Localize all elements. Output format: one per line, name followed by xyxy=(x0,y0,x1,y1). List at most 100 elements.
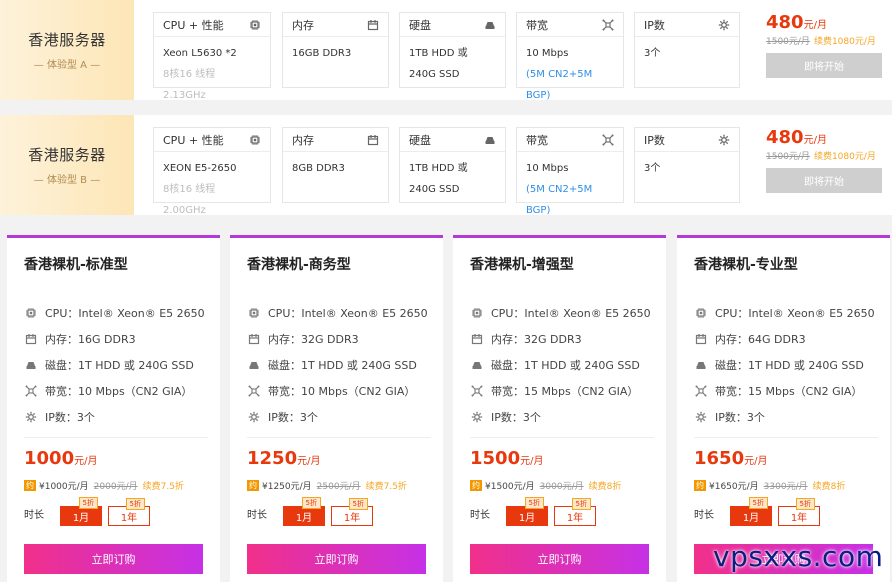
disk-icon xyxy=(247,359,260,372)
gear-icon xyxy=(694,411,707,424)
coming-soon-button[interactable]: 即将开始 xyxy=(766,168,882,193)
divider xyxy=(247,437,431,438)
card-price: 1000元/月 xyxy=(24,448,98,469)
spec-sub: 8核16 线程 2.00GHz xyxy=(163,184,216,216)
duration-option-1-month[interactable]: 1月 5折 xyxy=(506,497,548,526)
duration-option-1-year[interactable]: 1年 5折 xyxy=(108,498,150,526)
renew-discount: 续费8折 xyxy=(812,482,846,492)
renew-price: 续费1080元/月 xyxy=(813,152,876,162)
card-spec-ip: IP数：3个 xyxy=(24,404,212,430)
approx-badge: 约 xyxy=(470,480,482,491)
card-spec-disk: 磁盘：1T HDD 或 240G SSD xyxy=(247,352,435,378)
pay-amount: ¥1000元/月 xyxy=(39,482,89,492)
server-row-a: 香港服务器 — 体验型 A — CPU + 性能 Xeon L5630 *2 8核… xyxy=(0,0,892,101)
duration-option-1-year[interactable]: 1年 5折 xyxy=(331,498,373,526)
coming-soon-button[interactable]: 即将开始 xyxy=(766,53,882,78)
duration-label: 时长 xyxy=(24,510,44,521)
duration-label: 时长 xyxy=(247,510,267,521)
spec-label: IP数 xyxy=(644,133,665,147)
original-price: 2500元/月 xyxy=(316,482,361,492)
spec-value-2: (5M CN2+5M BGP) xyxy=(526,184,593,216)
memory-icon xyxy=(366,18,379,31)
card-spec-cpu: CPU：Intel® Xeon® E5 2650 xyxy=(24,300,212,326)
spec-ip: IP数 3个 xyxy=(634,127,740,203)
gear-icon xyxy=(24,411,37,424)
network-icon xyxy=(601,133,614,146)
cpu-icon xyxy=(248,133,261,146)
spec-value: 16GB DDR3 xyxy=(292,48,352,59)
cpu-icon xyxy=(248,18,261,31)
price: 480元/月 xyxy=(766,12,827,33)
duration-option-1-year[interactable]: 1年 5折 xyxy=(554,498,596,526)
spec-value-2: 240G SSD xyxy=(409,69,460,80)
original-price: 3300元/月 xyxy=(763,482,808,492)
row-subtitle: — 体验型 B — xyxy=(33,175,101,186)
spec-sub: 8核16 线程 2.13GHz xyxy=(163,69,216,101)
gear-icon xyxy=(470,411,483,424)
spec-bandwidth: 带宽 10 Mbps (5M CN2+5M BGP) xyxy=(516,127,624,216)
card-spec-disk: 磁盘：1T HDD 或 240G SSD xyxy=(24,352,212,378)
spec-value: 10 Mbps xyxy=(526,163,569,174)
product-card-enhanced: 香港裸机-增强型 CPU：Intel® Xeon® E5 2650 内存：32G… xyxy=(453,235,666,582)
card-spec-memory: 内存：64G DDR3 xyxy=(694,326,882,352)
duration-option-1-month[interactable]: 1月 5折 xyxy=(283,497,325,526)
memory-icon xyxy=(24,333,37,346)
spec-value: 3个 xyxy=(644,163,661,174)
duration-option-1-year[interactable]: 1年 5折 xyxy=(778,498,820,526)
renew-discount: 续费7.5折 xyxy=(142,482,184,492)
product-card-business: 香港裸机-商务型 CPU：Intel® Xeon® E5 2650 内存：32G… xyxy=(230,235,443,582)
card-spec-disk: 磁盘：1T HDD 或 240G SSD xyxy=(470,352,658,378)
card-spec-memory: 内存：16G DDR3 xyxy=(24,326,212,352)
price-details: 约 ¥1650元/月 3300元/月 续费8折 xyxy=(694,479,845,492)
price-details: 约 ¥1500元/月 3000元/月 续费8折 xyxy=(470,479,621,492)
duration-option-1-month[interactable]: 1月 5折 xyxy=(730,497,772,526)
discount-tag: 5折 xyxy=(571,498,591,510)
spec-value: 10 Mbps xyxy=(526,48,569,59)
card-price: 1650元/月 xyxy=(694,448,768,469)
network-icon xyxy=(694,385,707,398)
duration-option-1-month[interactable]: 1月 5折 xyxy=(60,497,102,526)
cpu-icon xyxy=(24,307,37,320)
order-button[interactable]: 立即订购 xyxy=(247,544,426,574)
spec-value: Xeon L5630 *2 xyxy=(163,48,237,59)
spec-label: 硬盘 xyxy=(409,18,431,32)
price-details: 约 ¥1250元/月 2500元/月 续费7.5折 xyxy=(247,479,407,492)
spec-value-2: (5M CN2+5M BGP) xyxy=(526,69,593,101)
gear-icon xyxy=(717,18,730,31)
discount-tag: 5折 xyxy=(78,497,98,509)
product-card-standard: 香港裸机-标准型 CPU：Intel® Xeon® E5 2650 内存：16G… xyxy=(7,235,220,582)
card-specs: CPU：Intel® Xeon® E5 2650 内存：16G DDR3 磁盘：… xyxy=(24,300,212,430)
spec-value-2: 240G SSD xyxy=(409,184,460,195)
spec-value: 1TB HDD 或 xyxy=(409,163,468,174)
spec-memory: 内存 16GB DDR3 xyxy=(282,12,389,88)
card-title: 香港裸机-商务型 xyxy=(247,257,351,273)
card-title: 香港裸机-增强型 xyxy=(470,257,574,273)
card-spec-bandwidth: 带宽：10 Mbps（CN2 GIA） xyxy=(24,378,212,404)
card-spec-cpu: CPU：Intel® Xeon® E5 2650 xyxy=(470,300,658,326)
pay-amount: ¥1650元/月 xyxy=(709,482,759,492)
spec-value: 3个 xyxy=(644,48,661,59)
duration-selector: 时长 1月 5折 1年 5折 xyxy=(247,497,379,526)
spec-label: 内存 xyxy=(292,133,314,147)
discount-tag: 5折 xyxy=(524,497,544,509)
order-button[interactable]: 立即订购 xyxy=(470,544,649,574)
cpu-icon xyxy=(470,307,483,320)
spec-label: CPU + 性能 xyxy=(163,133,224,147)
spec-ip: IP数 3个 xyxy=(634,12,740,88)
approx-badge: 约 xyxy=(24,480,36,491)
approx-badge: 约 xyxy=(694,480,706,491)
network-icon xyxy=(247,385,260,398)
price-details: 1500元/月 续费1080元/月 xyxy=(766,149,882,162)
card-spec-ip: IP数：3个 xyxy=(470,404,658,430)
order-button[interactable]: 立即订购 xyxy=(24,544,203,574)
card-spec-cpu: CPU：Intel® Xeon® E5 2650 xyxy=(247,300,435,326)
cpu-icon xyxy=(694,307,707,320)
spec-memory: 内存 8GB DDR3 xyxy=(282,127,389,203)
discount-tag: 5折 xyxy=(301,497,321,509)
card-specs: CPU：Intel® Xeon® E5 2650 内存：32G DDR3 磁盘：… xyxy=(470,300,658,430)
memory-icon xyxy=(470,333,483,346)
card-title: 香港裸机-专业型 xyxy=(694,257,798,273)
cpu-icon xyxy=(247,307,260,320)
original-price: 1500元/月 xyxy=(766,152,810,162)
row-subtitle: — 体验型 A — xyxy=(33,60,101,71)
